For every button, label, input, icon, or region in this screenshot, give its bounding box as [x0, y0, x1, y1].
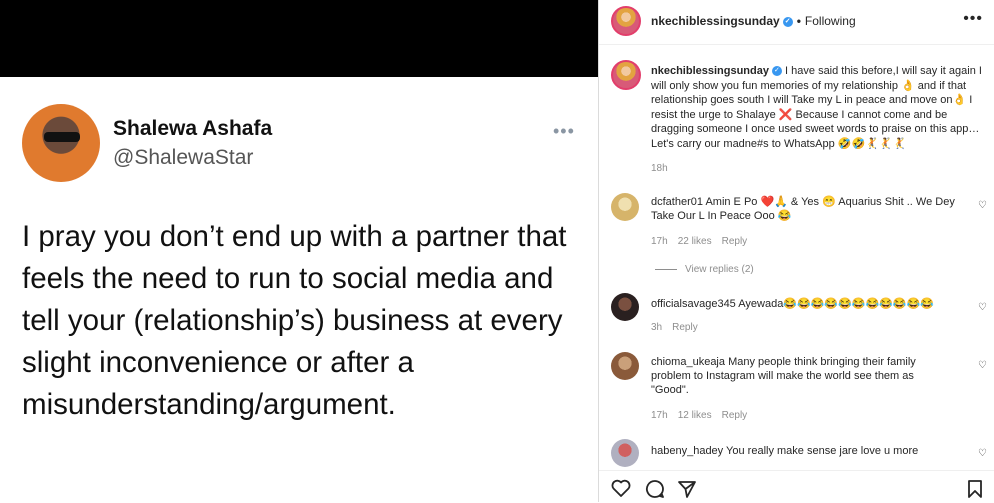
comment-text: habeny_hadey You really make sense jare … — [651, 444, 971, 458]
heart-icon[interactable]: ♡ — [978, 360, 987, 371]
avatar[interactable] — [611, 6, 641, 36]
image-black-bar — [0, 0, 598, 77]
comment-body: Ayewada😂😂😂😂😂😂😂😂😂😂😂 — [738, 298, 934, 310]
caption-avatar[interactable] — [611, 60, 641, 90]
tweet-author-name: Shalewa Ashafa — [113, 117, 273, 140]
heart-icon[interactable]: ♡ — [978, 200, 987, 211]
comment-likes[interactable]: 12 likes — [678, 410, 712, 421]
comment-username[interactable]: dcfather01 — [651, 196, 703, 208]
avatar[interactable] — [611, 439, 639, 467]
tweet-more-icon: ••• — [553, 121, 575, 141]
comment-username[interactable]: habeny_hadey — [651, 445, 723, 457]
comment-username[interactable]: officialsavage345 — [651, 298, 736, 310]
caption-text: I have said this before,I will say it ag… — [651, 65, 982, 150]
post-panel: nkechiblessingsunday ✓ • Following ••• nkec… — [598, 0, 994, 502]
comment-likes[interactable]: 22 likes — [678, 236, 712, 247]
heart-icon[interactable]: ♡ — [978, 302, 987, 313]
reply-button[interactable]: Reply — [722, 236, 748, 247]
reply-button[interactable]: Reply — [672, 322, 698, 333]
comment-meta: 3h Reply — [651, 322, 708, 333]
comment-time: 3h — [651, 322, 663, 333]
post-header-user: nkechiblessingsunday ✓ • Following — [651, 14, 856, 28]
tweet-author-handle: @ShalewaStar — [113, 146, 254, 169]
comment-text: officialsavage345 Ayewada😂😂😂😂😂😂😂😂😂😂😂 — [651, 297, 971, 311]
heart-icon[interactable]: ♡ — [978, 448, 987, 459]
tweet-text: I pray you don’t end up with a partner t… — [22, 220, 567, 421]
avatar[interactable] — [611, 293, 639, 321]
caption-username[interactable]: nkechiblessingsunday — [651, 65, 769, 77]
bookmark-icon[interactable] — [967, 479, 983, 499]
comment-meta: 17h 12 likes Reply — [651, 410, 757, 421]
comment-time: 17h — [651, 236, 668, 247]
following-button[interactable]: Following — [805, 14, 856, 28]
post-caption: nkechiblessingsunday ✓ I have said this b… — [651, 64, 987, 151]
comment-text: chioma_ukeaja Many people think bringing… — [651, 355, 951, 397]
verified-icon: ✓ — [771, 66, 782, 77]
more-options-icon[interactable]: ••• — [963, 10, 983, 28]
comment-meta: 17h 22 likes Reply — [651, 236, 757, 247]
action-bar — [599, 470, 994, 503]
share-icon[interactable] — [677, 479, 697, 499]
verified-icon: ✓ — [782, 16, 793, 27]
view-replies-button[interactable]: View replies (2) — [655, 264, 754, 275]
tweet-image: Shalewa Ashafa @ShalewaStar ••• I pray y… — [0, 0, 598, 502]
avatar[interactable] — [611, 352, 639, 380]
tweet-avatar — [22, 104, 100, 182]
comment-time: 17h — [651, 410, 668, 421]
comment-body: You really make sense jare love u more — [726, 445, 919, 457]
post-header: nkechiblessingsunday ✓ • Following ••• — [599, 0, 994, 45]
caption-timestamp: 18h — [651, 163, 668, 174]
avatar[interactable] — [611, 193, 639, 221]
comment-icon[interactable] — [645, 479, 665, 499]
username-link[interactable]: nkechiblessingsunday — [651, 14, 780, 28]
reply-button[interactable]: Reply — [722, 410, 748, 421]
comment-username[interactable]: chioma_ukeaja — [651, 356, 725, 368]
heart-icon[interactable] — [611, 479, 631, 497]
comment-text: dcfather01 Amin E Po ❤️🙏 & Yes 😁 Aquariu… — [651, 195, 971, 223]
